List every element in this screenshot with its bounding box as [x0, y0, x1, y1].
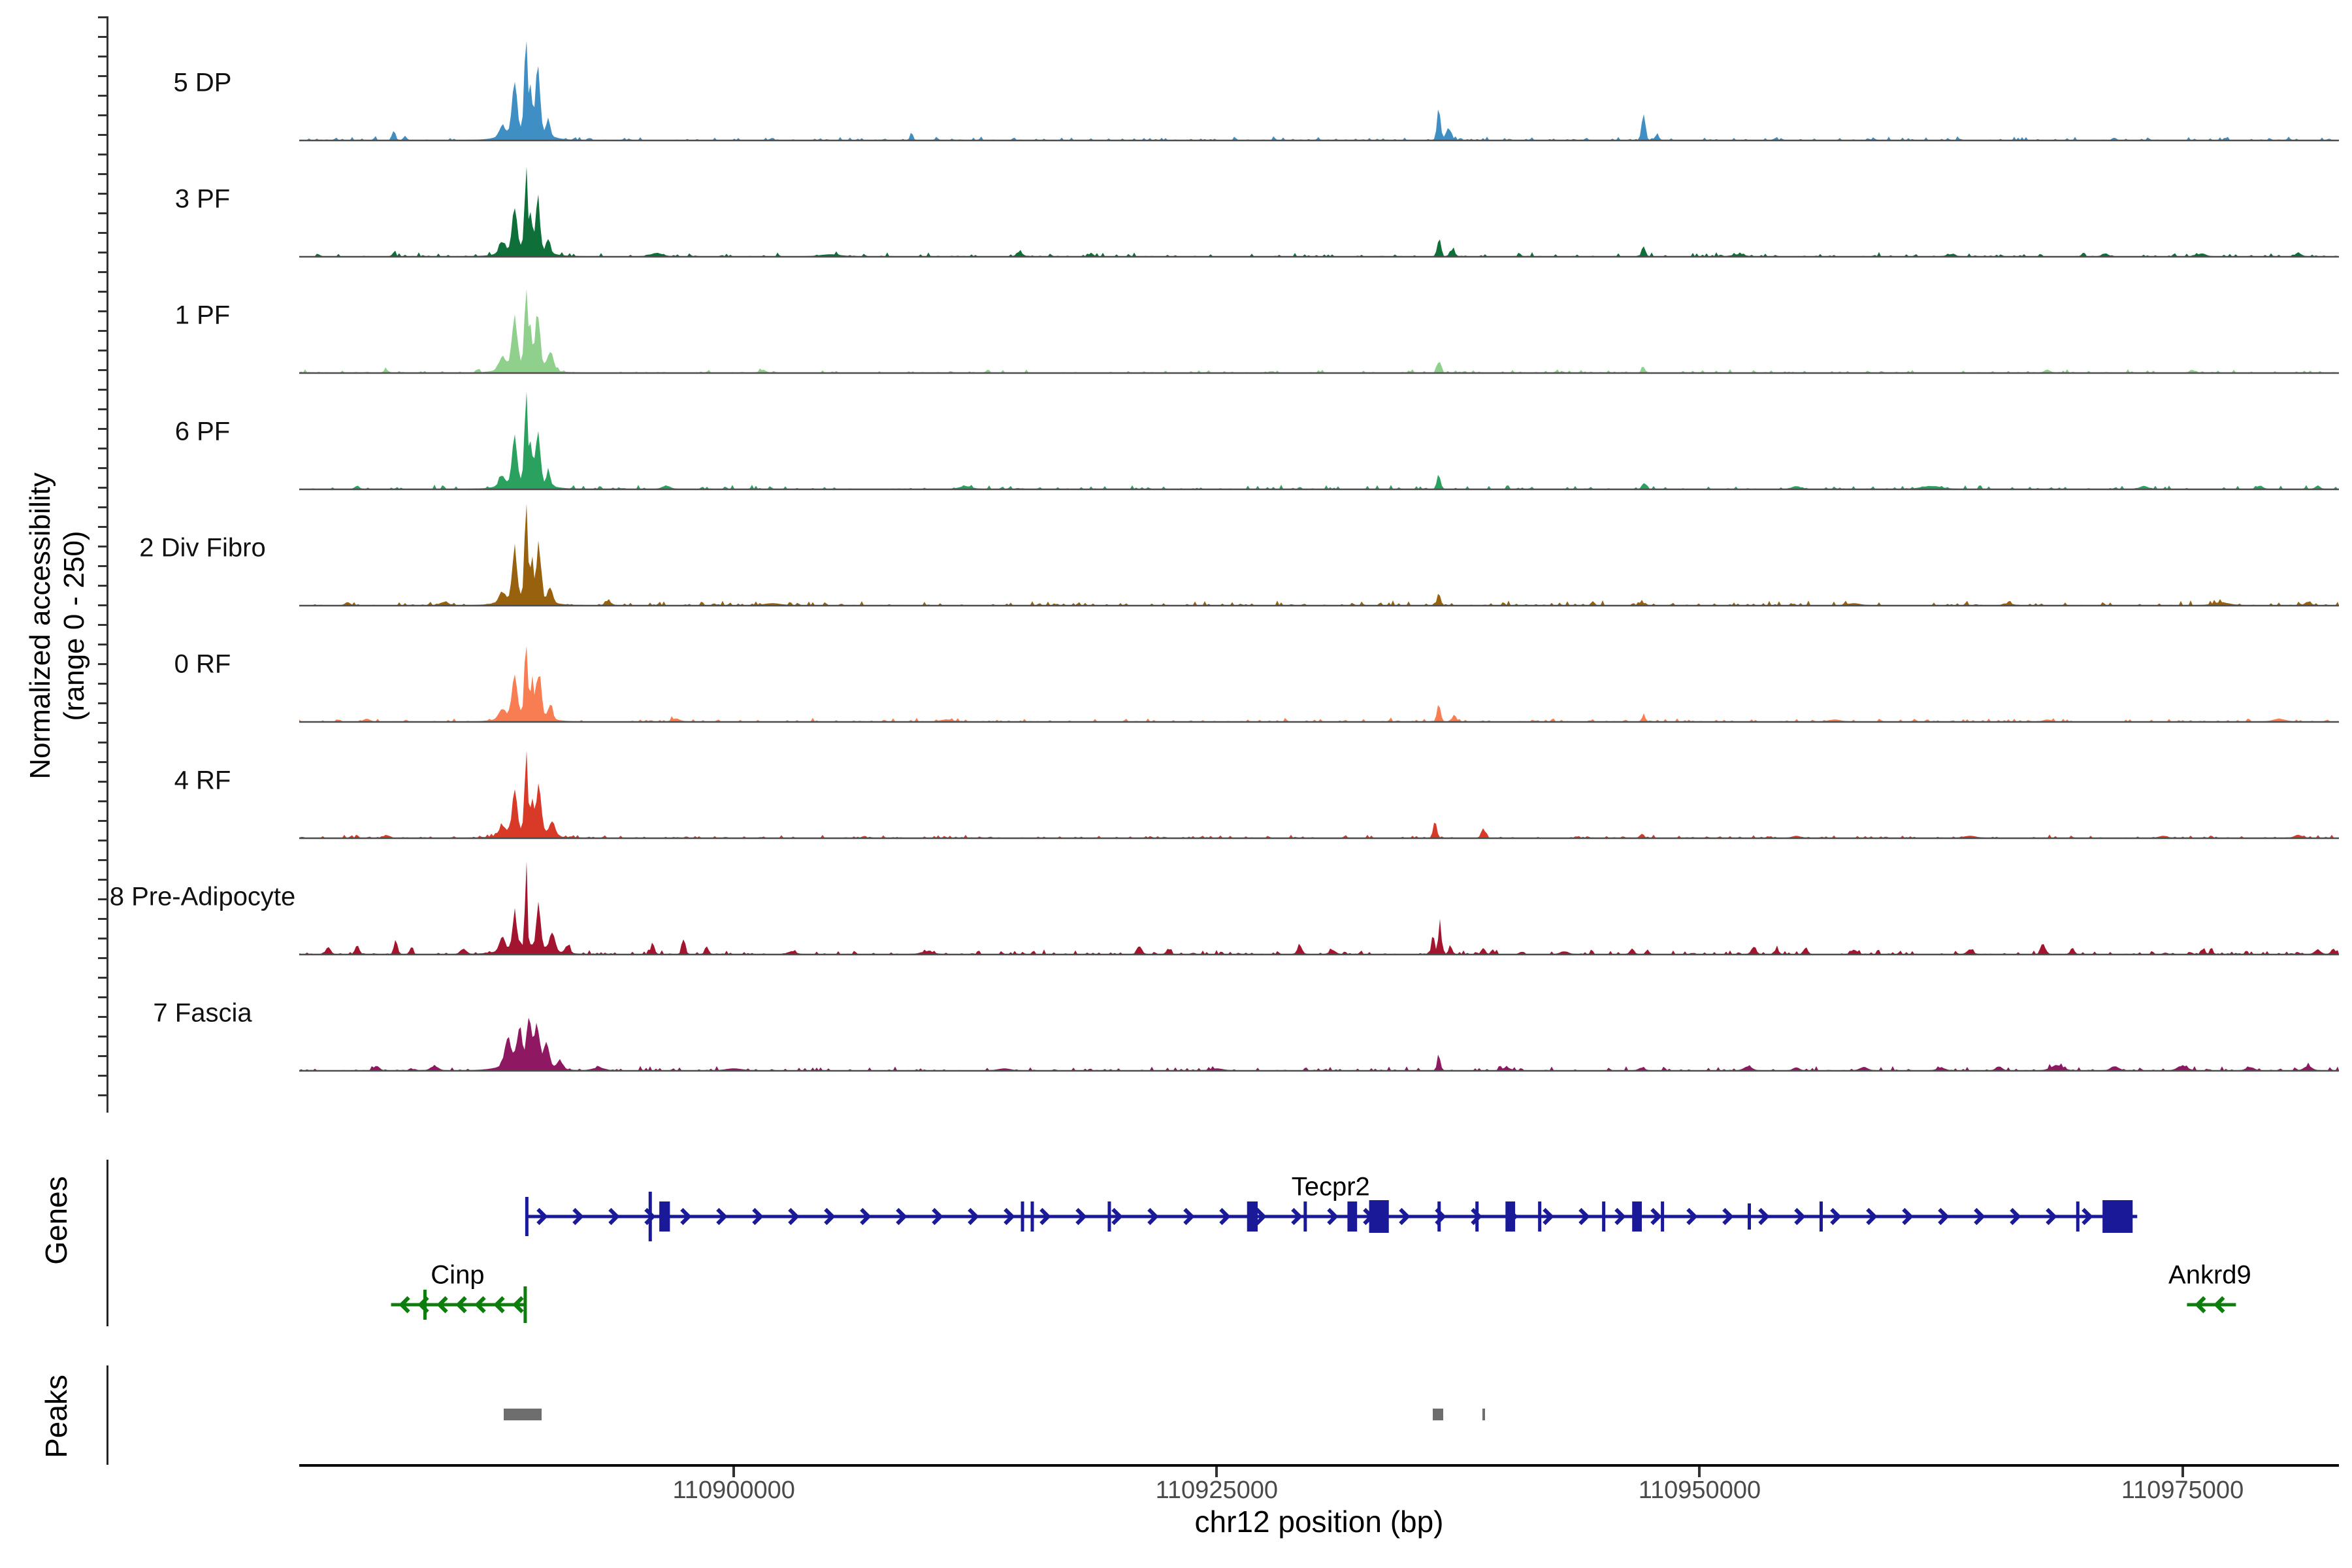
gene-model-cinp — [391, 1286, 527, 1323]
y-axis-title-line2: (range 0 - 250) — [57, 472, 91, 779]
track-label: 5 DP — [174, 69, 232, 98]
track-signal — [299, 842, 2339, 956]
track-label: 4 RF — [174, 766, 231, 796]
track-label: 7 Fascia — [153, 999, 252, 1028]
y-axis-title-line1: Normalized accessibility — [24, 472, 57, 779]
x-axis-tick-label: 110900000 — [672, 1477, 794, 1505]
x-axis-title: chr12 position (bp) — [1195, 1504, 1444, 1539]
track-label: 6 PF — [175, 417, 230, 447]
track-label: 2 Div Fibro — [139, 534, 265, 563]
gene-label-tecpr2: Tecpr2 — [1292, 1173, 1370, 1202]
x-axis-tick — [1698, 1467, 1701, 1477]
x-axis-tick-label: 110925000 — [1156, 1477, 1278, 1505]
track-label: 1 PF — [175, 301, 230, 331]
peak-region — [1433, 1409, 1443, 1420]
x-axis-line — [299, 1464, 2339, 1467]
track-label: 3 PF — [175, 185, 230, 214]
track-label: 0 RF — [174, 650, 231, 679]
y-axis-title: Normalized accessibility (range 0 - 250) — [24, 472, 91, 779]
track-signal — [299, 958, 2339, 1072]
peaks-section-label: Peaks — [39, 1375, 74, 1458]
track-signal — [299, 726, 2339, 840]
track-signal — [299, 144, 2339, 258]
gene-model-ankrd9 — [2187, 1298, 2236, 1312]
x-axis-tick — [732, 1467, 735, 1477]
genome-browser-figure: Normalized accessibility (range 0 - 250)… — [0, 0, 2352, 1568]
track-signal — [299, 28, 2339, 142]
gene-label-cinp: Cinp — [431, 1261, 484, 1290]
peak-region — [1482, 1409, 1485, 1420]
x-axis-tick-label: 110950000 — [1639, 1477, 1761, 1505]
x-axis-tick — [1215, 1467, 1218, 1477]
y-axis-ruler-line — [106, 16, 108, 1113]
track-signal — [299, 377, 2339, 491]
genes-section-bracket — [106, 1160, 108, 1326]
genes-section-label: Genes — [39, 1176, 74, 1265]
y-axis-ruler-ticks — [98, 16, 106, 1113]
track-signal — [299, 261, 2339, 374]
track-signal — [299, 610, 2339, 723]
peaks-section-bracket — [106, 1365, 108, 1465]
gene-label-ankrd9: Ankrd9 — [2168, 1261, 2251, 1290]
x-axis-tick — [2181, 1467, 2184, 1477]
x-axis-tick-label: 110975000 — [2121, 1477, 2244, 1505]
peak-region — [504, 1409, 542, 1420]
track-signal — [299, 493, 2339, 607]
track-label: 8 Pre-Adipocyte — [110, 883, 296, 912]
